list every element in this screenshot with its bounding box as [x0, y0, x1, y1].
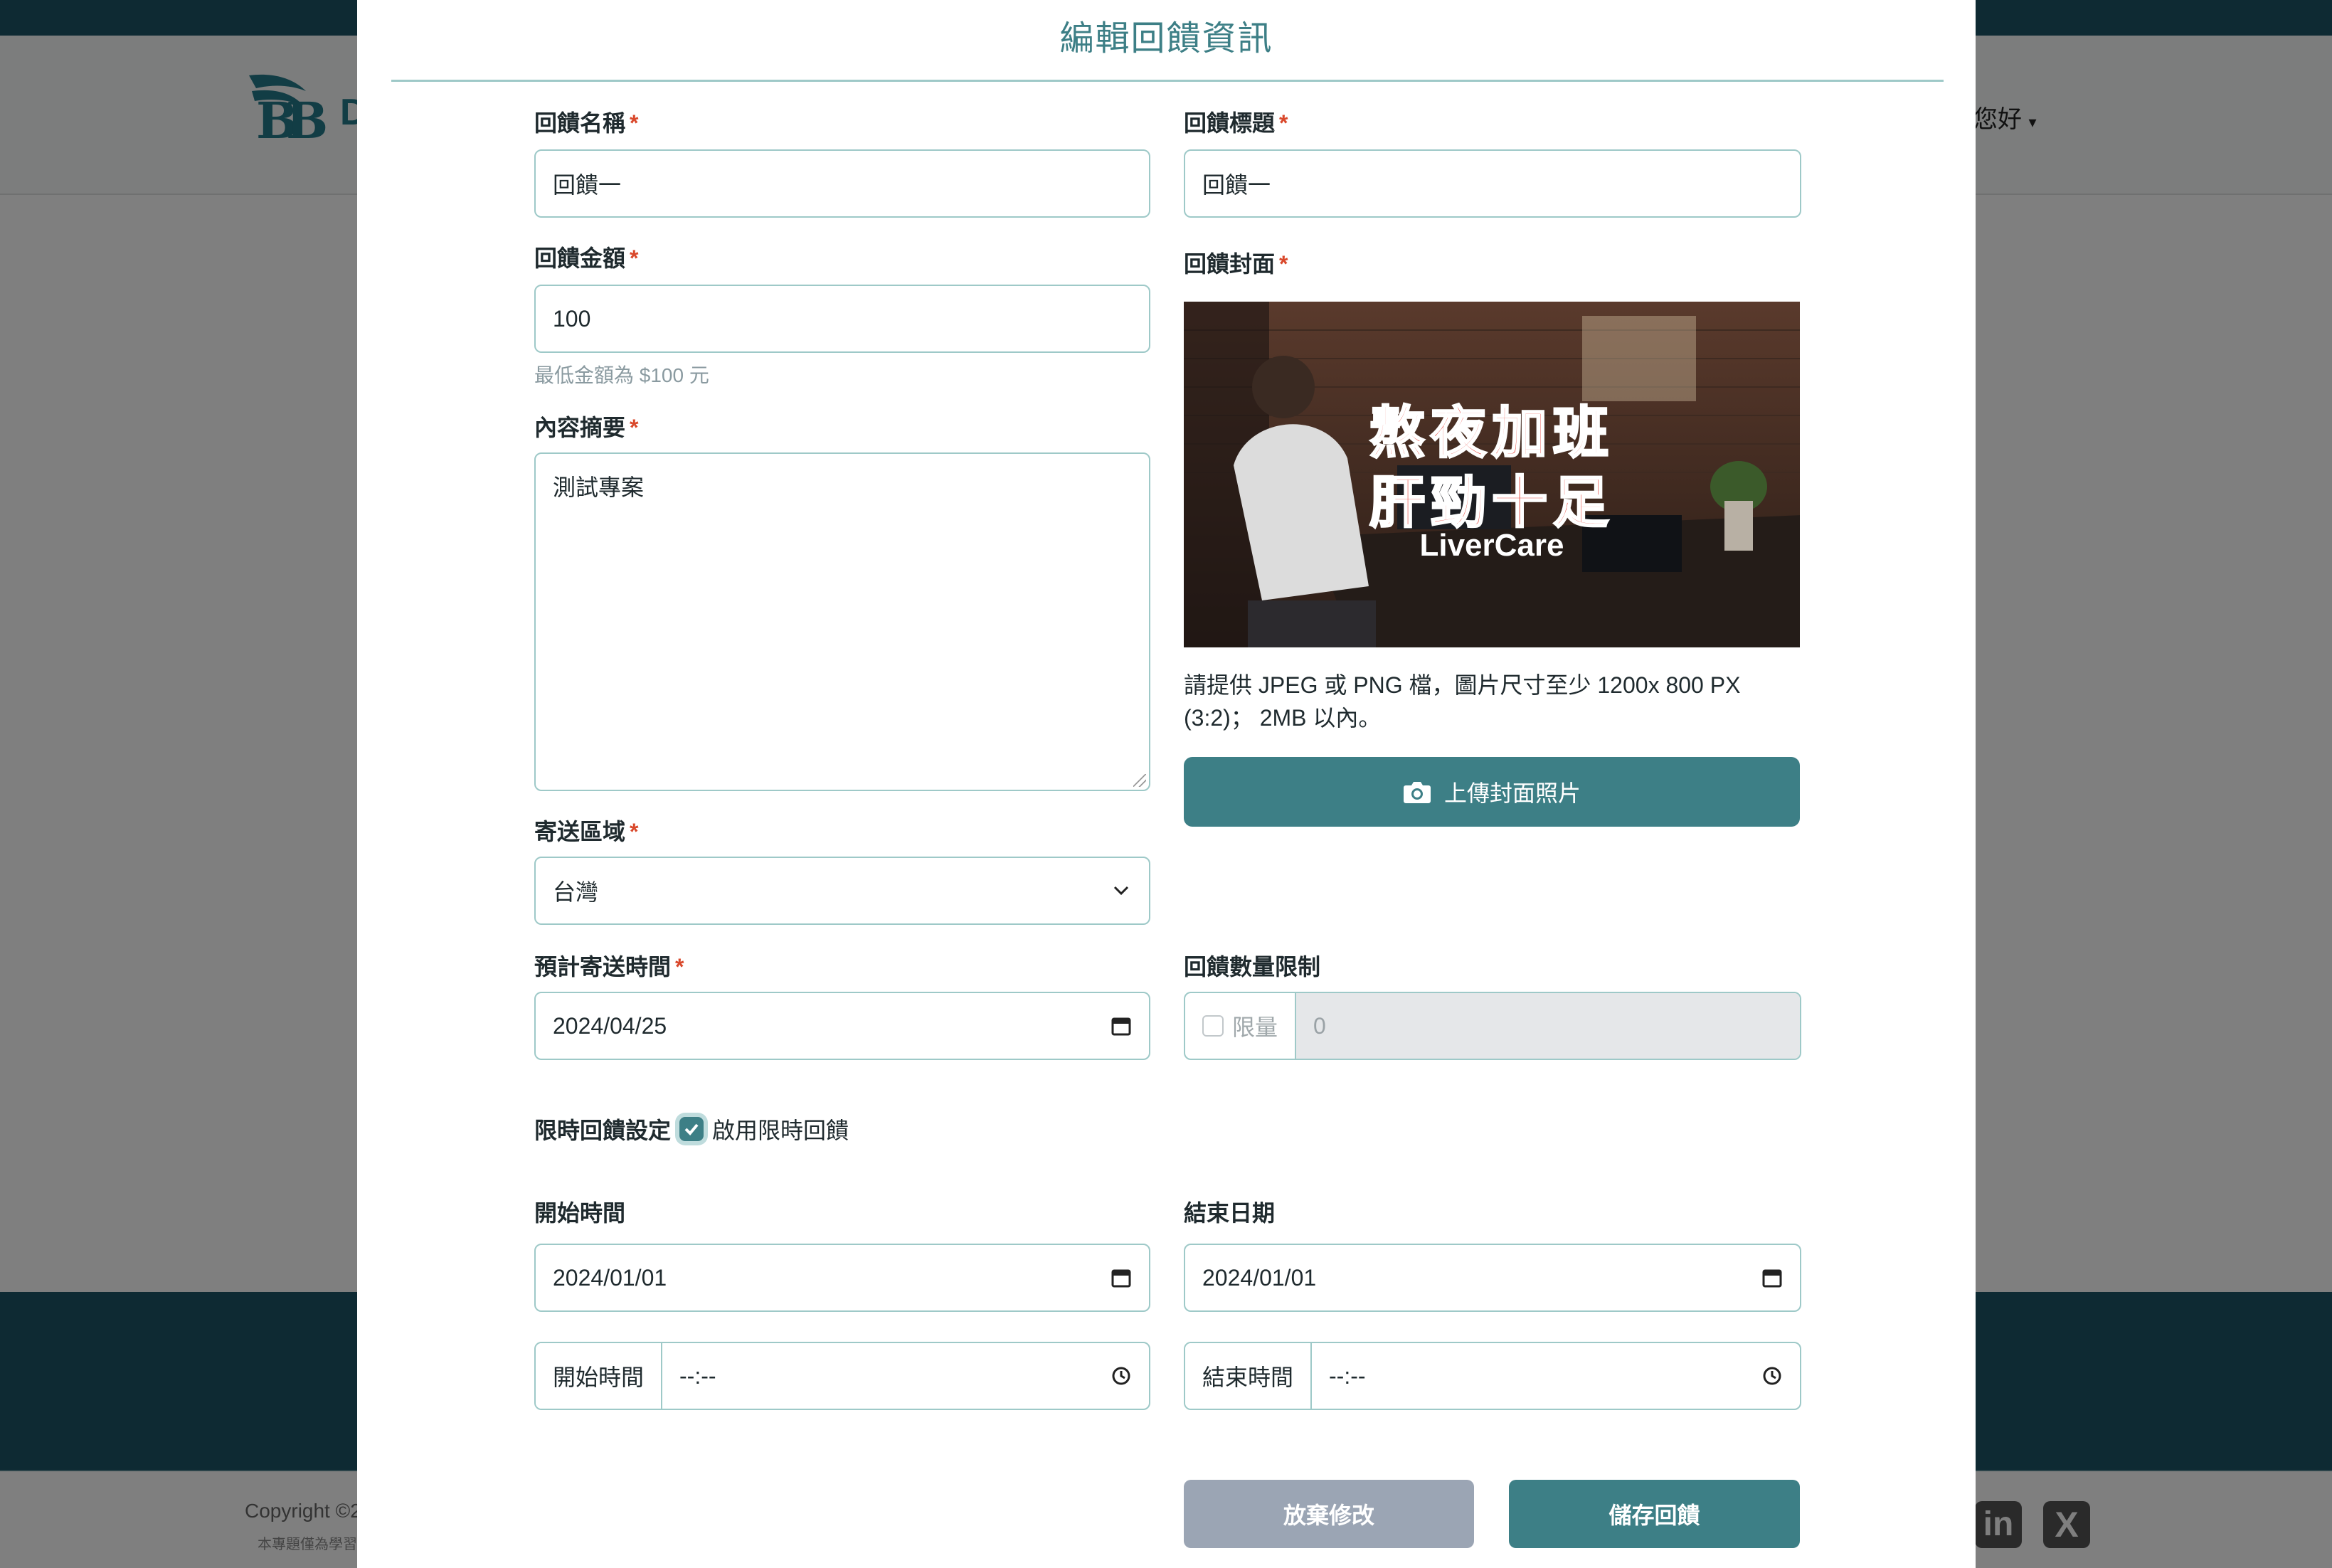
reward-title-label: 回饋標題 *: [1184, 105, 1288, 138]
estimated-shipping-value: 2024/04/25: [553, 1012, 667, 1039]
calendar-icon[interactable]: [1111, 1015, 1132, 1037]
reward-amount-input[interactable]: 100: [534, 285, 1150, 353]
reward-title-label-text: 回饋標題: [1184, 110, 1276, 136]
chevron-down-icon: [1111, 880, 1132, 901]
shipping-region-select[interactable]: 台灣: [534, 857, 1150, 925]
caret-down-icon: ▾: [2028, 113, 2037, 131]
cover-brand: LiverCare: [1419, 528, 1564, 563]
summary-textarea[interactable]: 測試專案: [534, 452, 1150, 791]
upload-cover-label: 上傳封面照片: [1443, 780, 1581, 806]
required-mark: *: [1279, 251, 1288, 277]
camera-icon: [1403, 782, 1431, 803]
reward-name-label: 回饋名稱 *: [534, 105, 638, 138]
limited-time-label: 限時回饋設定: [534, 1118, 672, 1143]
reward-amount-value: 100: [553, 305, 591, 332]
start-time-input[interactable]: --:--: [662, 1343, 1149, 1409]
quantity-limit-toggle[interactable]: 限量: [1185, 993, 1296, 1059]
start-time-value: --:--: [679, 1362, 716, 1389]
shipping-region-label-text: 寄送區域: [534, 819, 626, 844]
end-time-input[interactable]: --:--: [1312, 1343, 1800, 1409]
calendar-icon[interactable]: [1761, 1267, 1783, 1288]
quantity-limit-input[interactable]: 0: [1296, 993, 1800, 1059]
summary-value: 測試專案: [553, 475, 645, 500]
check-icon: [684, 1123, 699, 1135]
modal-title: 編輯回饋資訊: [1059, 20, 1273, 58]
end-time-prefix: 結束時間: [1185, 1343, 1312, 1409]
quantity-limit-value: 0: [1313, 1012, 1326, 1039]
quantity-limit-checkbox-label: 限量: [1232, 1015, 1278, 1040]
required-mark: *: [1279, 110, 1288, 136]
reward-title-input[interactable]: 回饋一: [1184, 149, 1801, 218]
shipping-region-value: 台灣: [553, 879, 599, 905]
reward-name-input[interactable]: 回饋一: [534, 149, 1150, 218]
start-time-group: 開始時間 --:--: [534, 1342, 1150, 1410]
clock-icon[interactable]: [1111, 1365, 1132, 1387]
reward-name-label-text: 回饋名稱: [534, 110, 626, 136]
estimated-shipping-label-text: 預計寄送時間: [534, 954, 672, 980]
reward-amount-hint: 最低金額為 $100 元: [534, 364, 709, 386]
start-date-label: 開始時間: [534, 1200, 626, 1226]
reward-amount-label: 回饋金額 *: [534, 240, 638, 273]
end-date-input[interactable]: 2024/01/01: [1184, 1244, 1801, 1312]
end-date-label: 結束日期: [1184, 1200, 1276, 1226]
limited-time-checkbox-label[interactable]: 啟用限時回饋: [712, 1113, 849, 1145]
reward-cover-label-text: 回饋封面: [1184, 251, 1276, 277]
reward-cover-image: 熬夜加班 肝勁十足 LiverCare: [1184, 302, 1800, 647]
required-mark: *: [675, 954, 684, 980]
save-reward-button[interactable]: 儲存回饋: [1509, 1480, 1800, 1548]
cover-headline-line1: 熬夜加班: [1368, 401, 1614, 465]
summary-label-text: 內容摘要: [534, 415, 626, 440]
cover-upload-note: 請提供 JPEG 或 PNG 檔，圖片尺寸至少 1200x 800 PX (3:…: [1184, 672, 1741, 731]
start-time-prefix: 開始時間: [536, 1343, 662, 1409]
shipping-region-label: 寄送區域 *: [534, 814, 638, 847]
reward-title-value: 回饋一: [1202, 172, 1271, 198]
reward-amount-label-text: 回饋金額: [534, 245, 626, 271]
cover-headline-line2: 肝勁十足: [1368, 470, 1614, 535]
quantity-limit-label: 回饋數量限制: [1184, 954, 1321, 980]
summary-label: 內容摘要 *: [534, 410, 638, 443]
limited-time-checkbox[interactable]: [679, 1117, 704, 1141]
start-date-input[interactable]: 2024/01/01: [534, 1244, 1150, 1312]
clock-icon[interactable]: [1761, 1365, 1783, 1387]
logo-icon: B B: [249, 74, 328, 150]
svg-text:B: B: [286, 91, 328, 141]
required-mark: *: [630, 415, 639, 440]
upload-cover-button[interactable]: 上傳封面照片: [1184, 757, 1800, 827]
x-twitter-icon[interactable]: X: [2043, 1501, 2090, 1548]
limited-time-row: 限時回饋設定 啟用限時回饋: [534, 1113, 849, 1145]
end-time-group: 結束時間 --:--: [1184, 1342, 1801, 1410]
resize-handle[interactable]: [1133, 774, 1146, 787]
start-date-value: 2024/01/01: [553, 1264, 667, 1291]
required-mark: *: [630, 245, 639, 271]
required-mark: *: [630, 110, 639, 136]
site-logo[interactable]: B B: [242, 70, 334, 150]
quantity-limit-checkbox[interactable]: [1202, 1015, 1224, 1037]
reward-name-value: 回饋一: [553, 172, 622, 198]
estimated-shipping-label: 預計寄送時間 *: [534, 949, 684, 982]
quantity-limit-group: 限量 0: [1184, 992, 1801, 1060]
linkedin-icon[interactable]: in: [1975, 1501, 2022, 1548]
discard-changes-button[interactable]: 放棄修改: [1184, 1480, 1474, 1548]
edit-reward-modal: 編輯回饋資訊 回饋名稱 * 回饋一 回饋標題 * 回饋一 回饋金額 * 100 最低金…: [357, 0, 1976, 1568]
estimated-shipping-date-input[interactable]: 2024/04/25: [534, 992, 1150, 1060]
title-divider: [391, 80, 1944, 82]
end-date-value: 2024/01/01: [1202, 1264, 1317, 1291]
reward-cover-label: 回饋封面 *: [1184, 246, 1288, 279]
required-mark: *: [630, 819, 639, 844]
end-time-value: --:--: [1329, 1362, 1366, 1389]
footer-note: 本專題僅為學習: [258, 1537, 357, 1552]
copyright-text: Copyright ©2: [245, 1500, 361, 1522]
calendar-icon[interactable]: [1111, 1267, 1132, 1288]
